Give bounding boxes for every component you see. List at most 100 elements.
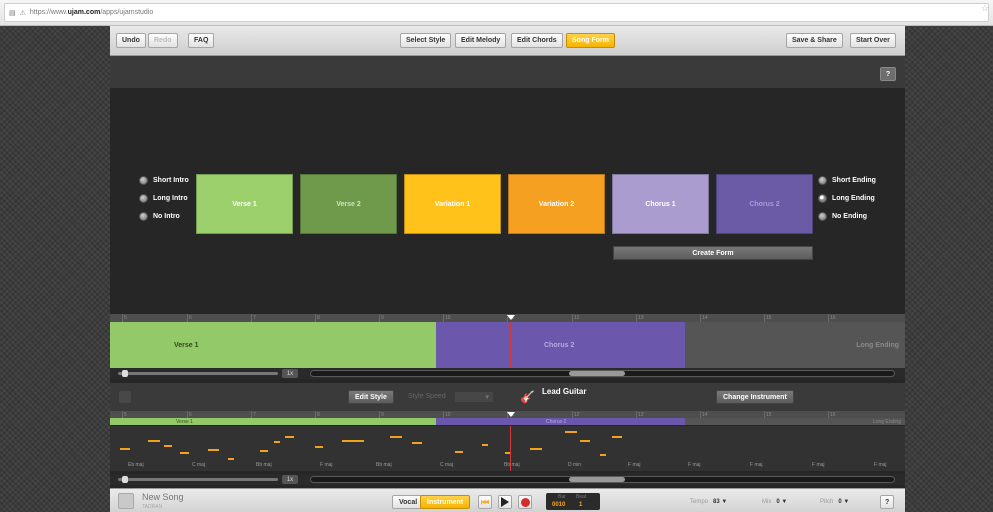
star-icon[interactable]: ☆: [981, 3, 989, 14]
tab-edit-chords[interactable]: Edit Chords: [511, 33, 563, 48]
timeline-scrollbar[interactable]: [310, 370, 895, 377]
tab-song-form[interactable]: Song Form: [566, 33, 615, 48]
tab-edit-melody[interactable]: Edit Melody: [455, 33, 507, 48]
mini-segment-chorus-2[interactable]: Chorus 2: [436, 418, 685, 425]
footer-help-button[interactable]: ?: [880, 495, 895, 509]
create-form-button[interactable]: Create Form: [613, 246, 813, 260]
pitch-value[interactable]: 0 ▼: [838, 499, 849, 505]
melody-note[interactable]: [455, 451, 463, 453]
timeline-segment-long-ending[interactable]: Long Ending: [685, 322, 905, 368]
tempo-control[interactable]: Tempo 83 ▼: [690, 495, 727, 509]
radio-label: No Ending: [832, 212, 867, 220]
browser-bar: ▤ ⚠ https://www.ujam.com/apps/ujamstudio…: [0, 0, 993, 26]
block-verse-2[interactable]: Verse 2: [300, 174, 397, 234]
ujam-studio-app: Undo Redo FAQ Select Style Edit Melody E…: [110, 26, 905, 512]
chord-label: Bb maj: [256, 462, 272, 468]
edit-style-button[interactable]: Edit Style: [348, 390, 394, 404]
record-button[interactable]: [518, 495, 532, 509]
melody-note[interactable]: [482, 444, 488, 446]
track-toggle[interactable]: [119, 391, 131, 403]
melody-note[interactable]: [164, 445, 172, 447]
radio-short-intro[interactable]: Short Intro: [139, 175, 189, 185]
chord-label: C maj: [192, 462, 206, 468]
mini-playhead-marker[interactable]: [507, 412, 515, 417]
melody-note[interactable]: [208, 449, 219, 451]
melody-note[interactable]: [315, 446, 323, 448]
radio-short-ending[interactable]: Short Ending: [818, 175, 876, 185]
melody-note[interactable]: [285, 436, 294, 438]
zoom-slider-knob[interactable]: [122, 476, 128, 483]
instrument-name: Lead Guitar: [542, 387, 587, 396]
song-name[interactable]: New Song: [142, 492, 184, 502]
song-icon[interactable]: [118, 493, 134, 509]
pitch-control[interactable]: Pitch 0 ▼: [820, 495, 849, 509]
undo-button[interactable]: Undo: [116, 33, 146, 48]
chord-label: F maj: [874, 462, 887, 468]
save-share-button[interactable]: Save & Share: [786, 33, 843, 48]
melody-note[interactable]: [390, 436, 402, 438]
ruler-tick: 14: [700, 314, 708, 322]
note-roll-scrollbar[interactable]: [310, 476, 895, 483]
mini-segment-verse-1[interactable]: Verse 1: [110, 418, 436, 425]
melody-note[interactable]: [180, 452, 189, 454]
playhead-marker[interactable]: [507, 315, 515, 320]
block-variation-1[interactable]: Variation 1: [404, 174, 501, 234]
block-variation-2[interactable]: Variation 2: [508, 174, 605, 234]
zoom-slider[interactable]: [118, 372, 278, 375]
radio-long-ending[interactable]: Long Ending: [818, 193, 875, 203]
melody-note[interactable]: [260, 450, 268, 452]
start-over-button[interactable]: Start Over: [850, 33, 896, 48]
skip-back-button[interactable]: ⏮: [478, 495, 492, 509]
radio-label: Long Intro: [153, 194, 188, 202]
change-instrument-button[interactable]: Change Instrument: [716, 390, 794, 404]
melody-note[interactable]: [274, 441, 280, 443]
bar-beat-display: Bar Beat 0010 1: [546, 493, 600, 510]
help-button[interactable]: ?: [880, 67, 896, 81]
zoom-slider[interactable]: [118, 478, 278, 481]
play-icon: [501, 497, 509, 507]
chord-label: D min: [568, 462, 582, 468]
radio-no-ending[interactable]: No Ending: [818, 211, 867, 221]
ruler-tick: 7: [251, 314, 256, 322]
block-chorus-2[interactable]: Chorus 2: [716, 174, 813, 234]
mix-value[interactable]: 0 ▼: [776, 499, 787, 505]
melody-note[interactable]: [612, 436, 622, 438]
tempo-value[interactable]: 83 ▼: [713, 499, 727, 505]
radio-long-intro[interactable]: Long Intro: [139, 193, 188, 203]
zoom-slider-knob[interactable]: [122, 370, 128, 377]
lock-icon: ⚠: [19, 9, 26, 17]
radio-no-intro[interactable]: No Intro: [139, 211, 180, 221]
melody-note[interactable]: [530, 448, 542, 450]
melody-note[interactable]: [565, 431, 577, 433]
melody-note[interactable]: [580, 440, 590, 442]
radio-icon: [139, 175, 148, 185]
radio-icon: [818, 211, 827, 221]
melody-note[interactable]: [228, 458, 234, 460]
melody-note[interactable]: [342, 440, 364, 442]
address-bar[interactable]: ▤ ⚠ https://www.ujam.com/apps/ujamstudio: [4, 3, 989, 22]
mix-control[interactable]: Mix 0 ▼: [762, 495, 787, 509]
melody-note[interactable]: [600, 454, 606, 456]
play-button[interactable]: [498, 495, 512, 509]
block-verse-1[interactable]: Verse 1: [196, 174, 293, 234]
mini-segment-long-ending[interactable]: Long Ending: [685, 418, 905, 425]
faq-button[interactable]: FAQ: [188, 33, 215, 48]
chord-label: F maj: [320, 462, 333, 468]
style-speed-select[interactable]: ▾: [454, 391, 494, 403]
tab-select-style[interactable]: Select Style: [400, 33, 452, 48]
note-roll-scrollbar-thumb[interactable]: [569, 477, 625, 482]
melody-note[interactable]: [412, 442, 422, 444]
timeline-scrollbar-thumb[interactable]: [569, 371, 625, 376]
main-toolbar: Undo Redo FAQ Select Style Edit Melody E…: [110, 26, 905, 56]
timeline-segment-verse-1[interactable]: Verse 1: [110, 322, 436, 368]
timeline-segment-chorus-2[interactable]: Chorus 2: [436, 322, 685, 368]
radio-label: Long Ending: [832, 194, 875, 202]
instrument-button[interactable]: Instrument: [420, 495, 471, 509]
melody-note[interactable]: [120, 448, 130, 450]
block-chorus-1[interactable]: Chorus 1: [612, 174, 709, 234]
redo-button[interactable]: Redo: [148, 33, 178, 48]
melody-note[interactable]: [148, 440, 160, 442]
bar-value: 0010: [552, 502, 566, 508]
radio-icon: [818, 175, 827, 185]
radio-label: Short Intro: [153, 176, 189, 184]
